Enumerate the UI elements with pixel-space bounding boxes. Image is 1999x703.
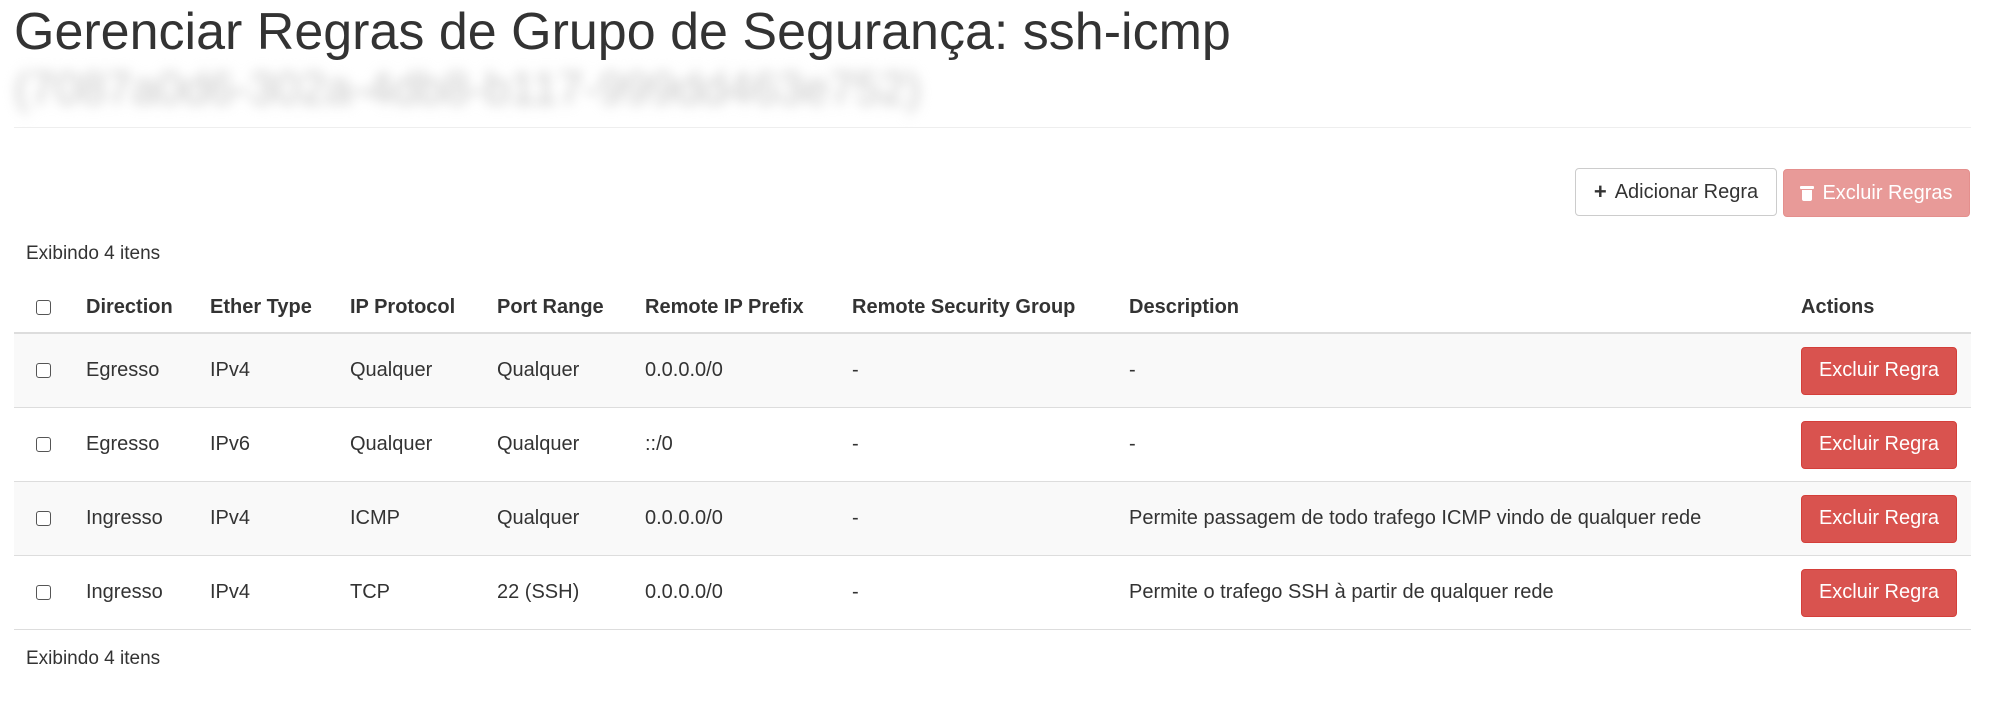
port-range-cell: Qualquer — [497, 481, 645, 556]
row-checkbox[interactable] — [36, 585, 51, 601]
direction-cell: Ingresso — [86, 481, 210, 556]
page-subtitle: (7087a0d6-302a-4db8-b117-999dd463e752) — [14, 62, 922, 114]
table-row: Ingresso IPv4 ICMP Qualquer 0.0.0.0/0 - … — [14, 481, 1971, 556]
direction-cell: Egresso — [86, 333, 210, 408]
remote-ip-prefix-cell: 0.0.0.0/0 — [645, 333, 852, 408]
add-rule-button[interactable]: + Adicionar Regra — [1575, 168, 1777, 216]
remote-ip-prefix-cell: 0.0.0.0/0 — [645, 481, 852, 556]
actions-cell: Excluir Regra — [1801, 333, 1971, 408]
ether-type-cell: IPv4 — [210, 481, 350, 556]
table-summary-bottom: Exibindo 4 itens — [26, 648, 161, 669]
row-checkbox[interactable] — [36, 437, 51, 453]
port-range-cell: Qualquer — [497, 333, 645, 408]
ether-type-cell: IPv4 — [210, 555, 350, 630]
column-header-remote-security-group[interactable]: Remote Security Group — [852, 282, 1129, 334]
remote-ip-prefix-cell: 0.0.0.0/0 — [645, 555, 852, 630]
actions-cell: Excluir Regra — [1801, 481, 1971, 556]
description-cell: - — [1129, 333, 1801, 408]
add-rule-label: Adicionar Regra — [1614, 180, 1759, 203]
remote-security-group-cell: - — [852, 407, 1129, 482]
table-row: Ingresso IPv4 TCP 22 (SSH) 0.0.0.0/0 - P… — [14, 555, 1971, 630]
ether-type-cell: IPv4 — [210, 333, 350, 408]
delete-rules-label: Excluir Regras — [1822, 181, 1953, 204]
delete-rule-button[interactable]: Excluir Regra — [1801, 346, 1957, 395]
table-row: Egresso IPv6 Qualquer Qualquer ::/0 - - … — [14, 407, 1971, 482]
delete-rule-button[interactable]: Excluir Regra — [1801, 494, 1957, 543]
direction-cell: Egresso — [86, 407, 210, 482]
rules-table: Direction Ether Type IP Protocol Port Ra… — [14, 282, 1971, 630]
description-cell: Permite o trafego SSH à partir de qualqu… — [1129, 555, 1801, 630]
description-cell: - — [1129, 407, 1801, 482]
actions-cell: Excluir Regra — [1801, 407, 1971, 482]
table-summary-top: Exibindo 4 itens — [26, 243, 161, 264]
description-cell: Permite passagem de todo trafego ICMP vi… — [1129, 481, 1801, 556]
direction-cell: Ingresso — [86, 555, 210, 630]
column-header-remote-ip-prefix[interactable]: Remote IP Prefix — [645, 282, 852, 334]
row-checkbox[interactable] — [36, 363, 51, 379]
page-title: Gerenciar Regras de Grupo de Segurança: … — [14, 3, 1231, 61]
remote-security-group-cell: - — [852, 333, 1129, 408]
delete-rules-button[interactable]: Excluir Regras — [1783, 169, 1970, 217]
title-divider — [14, 127, 1971, 128]
remote-ip-prefix-cell: ::/0 — [645, 407, 852, 482]
port-range-cell: 22 (SSH) — [497, 555, 645, 630]
remote-security-group-cell: - — [852, 555, 1129, 630]
ip-protocol-cell: Qualquer — [350, 407, 497, 482]
ether-type-cell: IPv6 — [210, 407, 350, 482]
trash-icon — [1800, 185, 1815, 201]
actions-cell: Excluir Regra — [1801, 555, 1971, 630]
column-header-ip-protocol[interactable]: IP Protocol — [350, 282, 497, 334]
column-header-ether-type[interactable]: Ether Type — [210, 282, 350, 334]
ip-protocol-cell: Qualquer — [350, 333, 497, 408]
column-header-actions: Actions — [1801, 282, 1971, 334]
remote-security-group-cell: - — [852, 481, 1129, 556]
ip-protocol-cell: ICMP — [350, 481, 497, 556]
column-header-description[interactable]: Description — [1129, 282, 1801, 334]
port-range-cell: Qualquer — [497, 407, 645, 482]
ip-protocol-cell: TCP — [350, 555, 497, 630]
table-row: Egresso IPv4 Qualquer Qualquer 0.0.0.0/0… — [14, 333, 1971, 408]
delete-rule-button[interactable]: Excluir Regra — [1801, 568, 1957, 617]
plus-icon: + — [1593, 179, 1607, 204]
column-header-direction[interactable]: Direction — [86, 282, 210, 334]
select-all-checkbox[interactable] — [36, 299, 51, 315]
delete-rule-button[interactable]: Excluir Regra — [1801, 420, 1957, 469]
table-header-row: Direction Ether Type IP Protocol Port Ra… — [14, 282, 1971, 334]
select-all-cell — [14, 282, 86, 334]
column-header-port-range[interactable]: Port Range — [497, 282, 645, 334]
row-checkbox[interactable] — [36, 511, 51, 527]
